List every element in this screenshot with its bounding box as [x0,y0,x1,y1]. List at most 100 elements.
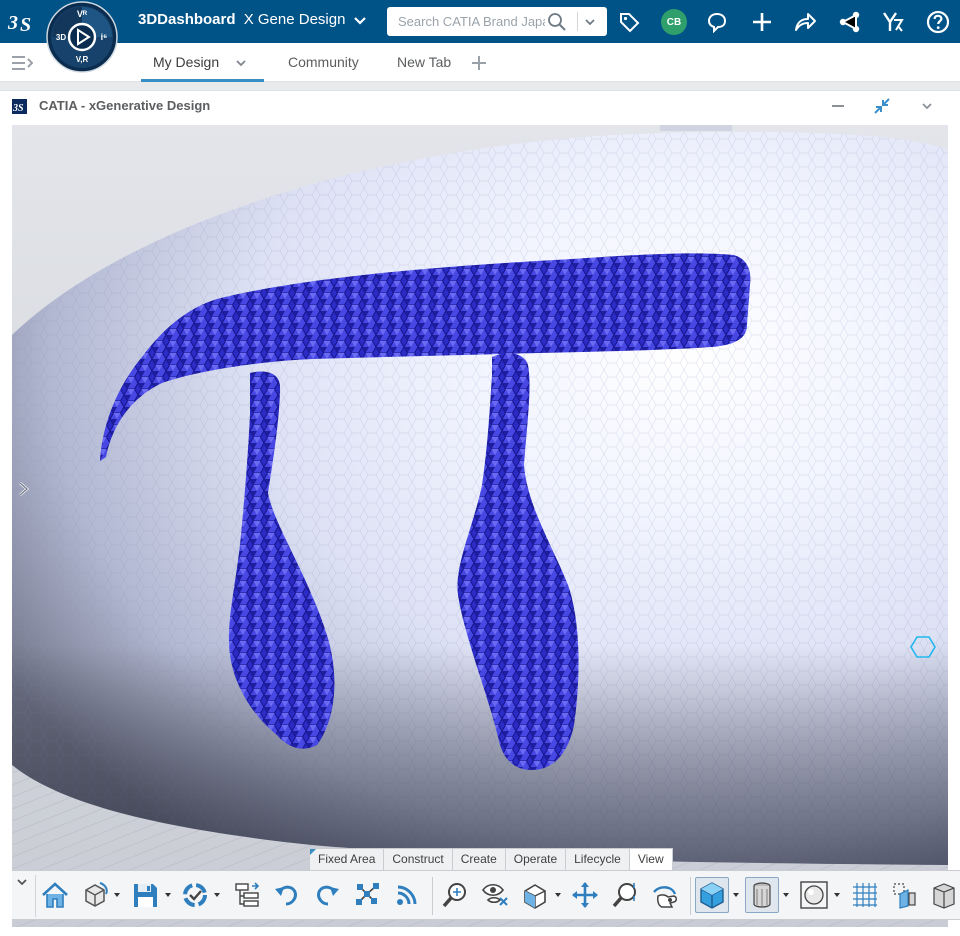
compass-right-label: i⁶ [101,32,108,42]
dropdown-arrow-icon[interactable] [555,892,561,898]
share-icon[interactable] [792,9,817,34]
brand-name: 3DDashboard [138,11,236,28]
graph-icon [356,883,379,905]
search-input[interactable] [387,7,545,36]
svg-text:3: 3 [7,12,18,34]
shaded-cube-button[interactable] [695,877,729,913]
action-bar-tabs: Fixed Area Construct Create Operate Life… [309,848,673,870]
refresh-icon [183,883,207,907]
view-cube-icon [524,884,546,909]
widget-menu-chevron-icon[interactable] [915,94,939,118]
tab-community[interactable]: Community [288,43,359,82]
compass-icon[interactable]: Vᴿ 3D i⁶ V,R [46,1,118,73]
graph-button[interactable] [350,877,384,913]
refresh-button[interactable] [178,877,212,913]
tab-construct[interactable]: Construct [384,849,453,870]
tab-operate[interactable]: Operate [505,849,567,870]
dropdown-arrow-icon[interactable] [165,892,171,898]
search-box [387,7,607,36]
avatar[interactable]: CB [661,9,687,35]
rotate-hand-icon [653,886,677,908]
search-icon[interactable] [547,12,567,32]
tag-icon[interactable] [616,9,641,34]
apps-icon[interactable] [880,9,905,34]
dropdown-arrow-icon[interactable] [214,892,220,898]
sidebar-toggle-icon[interactable] [11,54,33,72]
broadcast-button[interactable] [390,877,424,913]
help-icon[interactable] [925,9,950,34]
toolbar-divider [35,875,36,917]
view-eye-button[interactable] [478,877,512,913]
broadcast-icon [397,885,417,905]
rotate-hand-button[interactable] [648,877,682,913]
collapse-toolbar-icon[interactable] [15,875,29,889]
redo-icon [317,885,339,906]
save-icon [134,884,157,907]
pan-button[interactable] [568,877,602,913]
dropdown-arrow-icon[interactable] [783,892,789,898]
dropdown-arrow-icon[interactable] [733,892,739,898]
sphere-icon [800,881,828,909]
top-bar: 3 S 3DDashboard X Gene Design CB [0,0,960,43]
collapse-icon[interactable] [870,94,894,118]
tree-button[interactable] [230,877,264,913]
ds-logo-icon[interactable]: 3 S [6,7,38,37]
dropdown-arrow-icon[interactable] [114,892,120,898]
compass-left-label: 3D [56,33,66,42]
sphere-button[interactable] [797,877,831,913]
dashboard-name: X Gene Design [243,11,346,28]
side-panel-expand-icon[interactable] [16,480,32,498]
tab-label: Community [288,54,359,70]
app-icon: 3S [12,99,27,114]
cylinder-button[interactable] [745,877,779,913]
rotate-view-button[interactable] [78,877,112,913]
tab-bar: My Design Community New Tab [0,43,960,82]
compass-top-label: Vᴿ [77,9,88,19]
tab-menu-chevron-icon[interactable] [234,56,248,70]
compass-bottom-label: V,R [76,55,89,64]
tab-label: My Design [153,54,220,70]
widget-title: CATIA - xGenerative Design [39,98,211,113]
search-scope-chevron-icon[interactable] [583,15,597,29]
toolbar-divider [432,877,433,915]
zoom-button[interactable] [608,877,642,913]
tab-lifecycle[interactable]: Lifecycle [566,849,630,870]
action-bar [12,870,960,920]
zoom-fit-button[interactable] [438,877,472,913]
dropdown-arrow-icon[interactable] [834,892,840,898]
section-button[interactable] [888,877,922,913]
pan-icon [572,882,598,908]
tab-create[interactable]: Create [452,849,506,870]
zoom-icon [612,883,636,908]
add-tab-icon[interactable] [470,54,488,72]
chat-icon[interactable] [704,9,729,34]
more-button[interactable] [926,877,956,913]
tree-icon [235,882,260,907]
redo-button[interactable] [310,877,344,913]
minimize-icon[interactable] [826,94,850,118]
rotate-view-icon [85,882,108,907]
tab-view[interactable]: View [629,849,672,870]
undo-button[interactable] [270,877,304,913]
tab-fixed-area[interactable]: Fixed Area [310,849,385,870]
grid-icon [853,883,877,907]
tab-new-tab[interactable]: New Tab [397,43,451,82]
app-window: 3 S 3DDashboard X Gene Design CB [0,0,960,936]
shaded-cube-icon [700,882,724,909]
cylinder-icon [753,882,771,908]
more-icon [933,883,955,909]
brand-title: 3DDashboard X Gene Design [138,11,345,28]
network-icon[interactable] [837,9,862,34]
tab-label: New Tab [397,54,452,70]
view-cube-button[interactable] [518,877,552,913]
svg-text:S: S [20,14,31,36]
grid-button[interactable] [848,877,882,913]
svg-text:3S: 3S [12,103,24,114]
view-eye-icon [482,883,508,906]
save-button[interactable] [128,877,162,913]
home-button[interactable] [38,877,72,913]
section-icon [893,883,916,909]
3d-viewport[interactable] [12,125,948,927]
add-icon[interactable] [749,9,774,34]
chevron-down-icon[interactable] [352,12,368,28]
